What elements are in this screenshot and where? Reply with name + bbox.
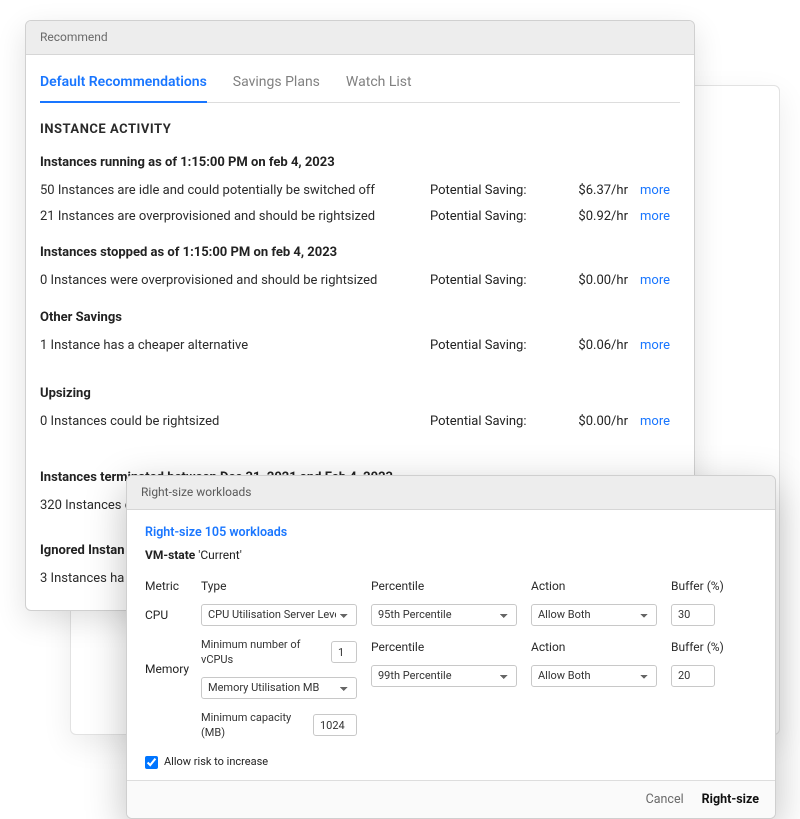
row-amount: $0.06/hr [550, 337, 640, 355]
allow-risk-checkbox[interactable] [145, 756, 158, 769]
instance-activity-title: INSTANCE ACTIVITY [40, 121, 680, 139]
cpu-action-select[interactable]: Allow Both [531, 604, 657, 626]
more-link[interactable]: more [640, 183, 670, 198]
row-amount: $6.37/hr [550, 182, 640, 200]
col-percentile: Percentile [371, 578, 517, 595]
upsizing-heading: Upsizing [40, 385, 680, 403]
cpu-min-label: Minimum number of vCPUs [201, 637, 325, 668]
row-desc: 1 Instance has a cheaper alternative [40, 337, 430, 355]
other-row-1: 1 Instance has a cheaper alternative Pot… [40, 333, 680, 359]
col-action-2: Action [531, 639, 657, 656]
row-desc: 0 Instances were overprovisioned and sho… [40, 272, 430, 290]
potential-saving-label: Potential Saving: [430, 337, 550, 355]
recommend-tabs: Default Recommendations Savings Plans Wa… [40, 63, 680, 104]
dialog-header: Right-size workloads [127, 476, 775, 510]
potential-saving-label: Potential Saving: [430, 182, 550, 200]
memory-type-select[interactable]: Memory Utilisation MB [201, 677, 357, 699]
more-link[interactable]: more [640, 273, 670, 288]
potential-saving-label: Potential Saving: [430, 208, 550, 226]
potential-saving-label: Potential Saving: [430, 413, 550, 431]
vm-state-value: 'Current' [198, 548, 242, 562]
tab-default-recommendations[interactable]: Default Recommendations [40, 69, 207, 103]
row-amount: $0.00/hr [550, 272, 640, 290]
cpu-type-select[interactable]: CPU Utilisation Server Level [201, 604, 357, 626]
cpu-buffer-input[interactable] [671, 604, 715, 626]
vm-state: VM-state 'Current' [145, 547, 757, 564]
cpu-min-input[interactable] [331, 641, 357, 663]
col-type: Type [201, 578, 357, 595]
metrics-grid: Metric CPU Memory Type CPU Utilisation S… [145, 578, 757, 740]
dialog-footer: Cancel Right-size [127, 780, 775, 819]
allow-risk-row: Allow risk to increase [145, 754, 757, 769]
vm-state-label: VM-state [145, 548, 195, 562]
allow-risk-label: Allow risk to increase [164, 754, 268, 769]
cpu-percentile-select[interactable]: 95th Percentile [371, 604, 517, 626]
more-link[interactable]: more [640, 209, 670, 224]
mem-percentile-select[interactable]: 99th Percentile [371, 665, 517, 687]
mem-min-input[interactable] [313, 714, 357, 736]
row-desc: 0 Instances could be rightsized [40, 413, 430, 431]
col-metric: Metric [145, 578, 201, 595]
col-buffer-2: Buffer (%) [671, 639, 741, 656]
memory-label: Memory [145, 655, 201, 683]
tab-savings-plans[interactable]: Savings Plans [233, 69, 320, 103]
more-link[interactable]: more [640, 338, 670, 353]
dialog-title: Right-size 105 workloads [145, 524, 757, 542]
rightsize-dialog: Right-size workloads Right-size 105 work… [126, 475, 776, 819]
row-amount: $0.92/hr [550, 208, 640, 226]
recommend-header: Recommend [26, 21, 694, 55]
tab-watch-list[interactable]: Watch List [346, 69, 412, 103]
running-heading: Instances running as of 1:15:00 PM on fe… [40, 154, 680, 172]
row-desc: 50 Instances are idle and could potentia… [40, 182, 430, 200]
upsizing-row-1: 0 Instances could be rightsized Potentia… [40, 409, 680, 435]
col-action: Action [531, 578, 657, 595]
cpu-label: CPU [145, 601, 201, 629]
potential-saving-label: Potential Saving: [430, 272, 550, 290]
stopped-row-1: 0 Instances were overprovisioned and sho… [40, 268, 680, 294]
stopped-heading: Instances stopped as of 1:15:00 PM on fe… [40, 244, 680, 262]
mem-min-label: Minimum capacity (MB) [201, 710, 307, 741]
col-percentile-2: Percentile [371, 639, 517, 656]
row-amount: $0.00/hr [550, 413, 640, 431]
running-row-2: 21 Instances are overprovisioned and sho… [40, 204, 680, 230]
row-desc: 21 Instances are overprovisioned and sho… [40, 208, 430, 226]
mem-buffer-input[interactable] [671, 665, 715, 687]
col-buffer: Buffer (%) [671, 578, 741, 595]
other-heading: Other Savings [40, 309, 680, 327]
mem-action-select[interactable]: Allow Both [531, 665, 657, 687]
more-link[interactable]: more [640, 414, 670, 429]
running-row-1: 50 Instances are idle and could potentia… [40, 178, 680, 204]
